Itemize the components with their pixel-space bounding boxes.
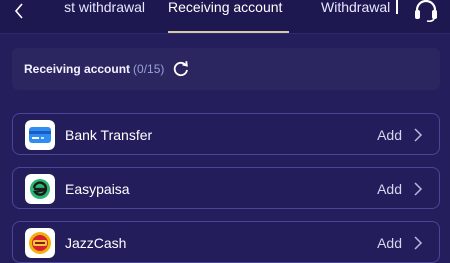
back-button[interactable] <box>8 0 30 22</box>
add-link[interactable]: Add <box>377 235 402 251</box>
refresh-icon[interactable] <box>172 60 190 78</box>
bank-card-icon <box>25 120 55 150</box>
account-count: (0/15) <box>133 62 165 76</box>
payment-method-bank-transfer[interactable]: Bank Transfer Add <box>12 113 440 155</box>
payment-method-easypaisa[interactable]: Easypaisa Add <box>12 167 440 209</box>
active-tab-indicator <box>168 31 289 33</box>
tab-label: Receiving account <box>168 0 283 15</box>
tab-divider <box>396 0 398 14</box>
chevron-left-icon <box>14 3 23 19</box>
panel-title: Receiving account <box>24 62 131 76</box>
tab-receiving-account[interactable]: Receiving account <box>168 0 289 34</box>
easypaisa-logo-icon <box>25 174 55 204</box>
payment-method-jazzcash[interactable]: JazzCash Add <box>12 221 440 263</box>
add-link[interactable]: Add <box>377 181 402 197</box>
method-name: Easypaisa <box>65 181 130 197</box>
customer-support-button[interactable] <box>412 0 440 23</box>
receiving-account-panel: Receiving account (0/15) <box>12 48 440 90</box>
method-name: Bank Transfer <box>65 127 153 143</box>
chevron-right-icon <box>414 182 423 196</box>
headset-icon <box>415 0 437 23</box>
add-link[interactable]: Add <box>377 127 402 143</box>
tab-label: st withdrawal <box>64 0 145 15</box>
top-navigation-bar: st withdrawal Receiving account Withdraw… <box>0 0 450 34</box>
tab-fast-withdrawal[interactable]: st withdrawal <box>33 0 145 34</box>
tab-label: Withdrawal <box>321 0 391 15</box>
method-name: JazzCash <box>65 235 127 251</box>
chevron-right-icon <box>414 128 423 142</box>
tab-withdrawal[interactable]: Withdrawal <box>321 0 397 34</box>
jazzcash-logo-icon <box>25 228 55 258</box>
chevron-right-icon <box>414 236 423 250</box>
